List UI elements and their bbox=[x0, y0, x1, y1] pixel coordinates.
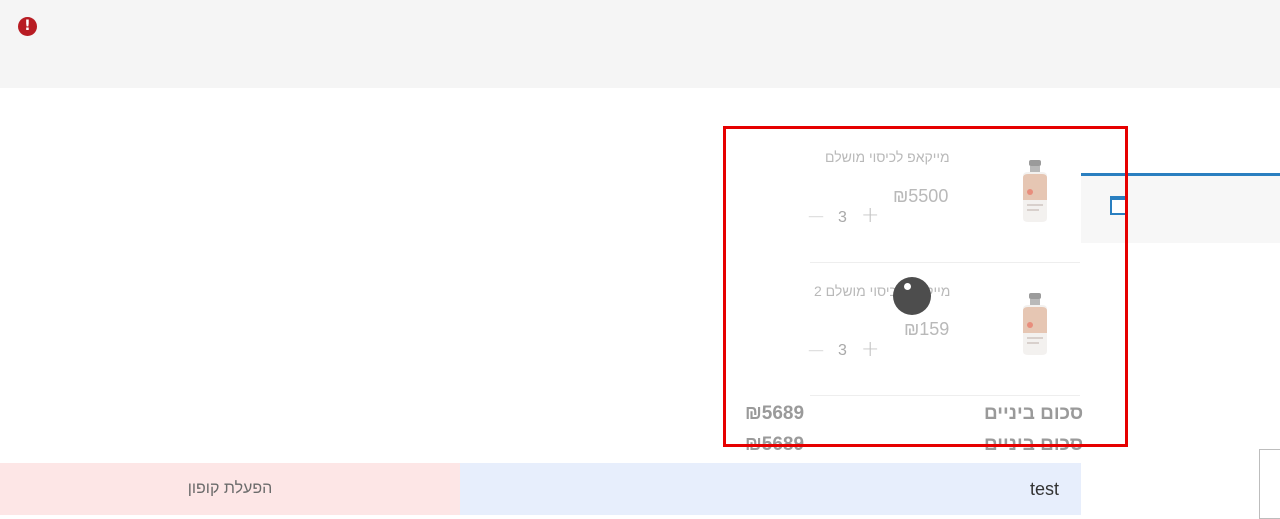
quantity-increase-button[interactable]: + bbox=[861, 205, 879, 227]
loading-spinner-icon bbox=[893, 277, 931, 315]
apply-coupon-button[interactable]: הפעלת קופון bbox=[0, 463, 460, 515]
coupon-code-input[interactable] bbox=[460, 463, 1081, 515]
subtotal-label: סכום ביניים bbox=[984, 403, 1084, 424]
side-box bbox=[1259, 449, 1280, 519]
subtotal-value: ₪5689 bbox=[745, 403, 805, 424]
quantity-value[interactable]: 3 bbox=[838, 342, 847, 360]
subtotal-label: סכום ביניים bbox=[984, 434, 1084, 455]
subtotal-value: ₪5689 bbox=[745, 434, 805, 455]
divider bbox=[810, 262, 1080, 263]
notice-banner: ! bbox=[0, 0, 1280, 88]
item-name[interactable]: מייקאפ לכיסוי מושלם 2 bbox=[814, 283, 1150, 299]
divider bbox=[810, 395, 1080, 396]
item-price: ₪159 bbox=[904, 319, 950, 339]
quantity-decrease-button[interactable]: — bbox=[808, 205, 824, 227]
exclamation-circle-icon: ! bbox=[18, 17, 37, 36]
item-name[interactable]: מייקאפ לכיסוי מושלם bbox=[825, 149, 1150, 165]
quantity-increase-button[interactable]: + bbox=[861, 339, 879, 361]
item-price: ₪5500 bbox=[893, 186, 949, 206]
quantity-value[interactable]: 3 bbox=[838, 209, 847, 227]
quantity-decrease-button[interactable]: — bbox=[808, 339, 824, 361]
